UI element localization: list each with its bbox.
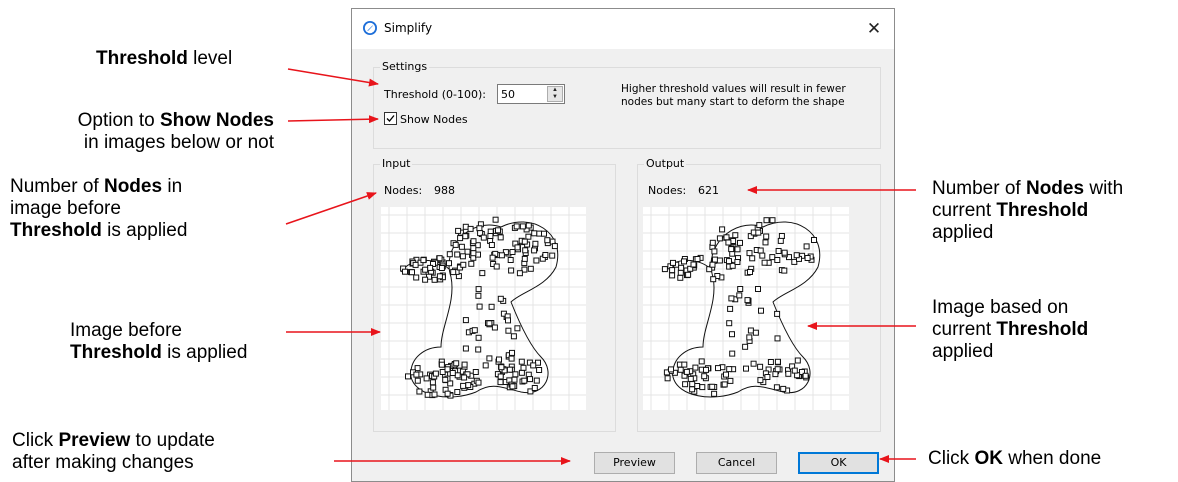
arrow-input-nodes [285, 192, 377, 225]
arrow-show-nodes [287, 115, 379, 124]
callout-arrows [285, 68, 916, 465]
arrow-threshold [287, 68, 379, 87]
